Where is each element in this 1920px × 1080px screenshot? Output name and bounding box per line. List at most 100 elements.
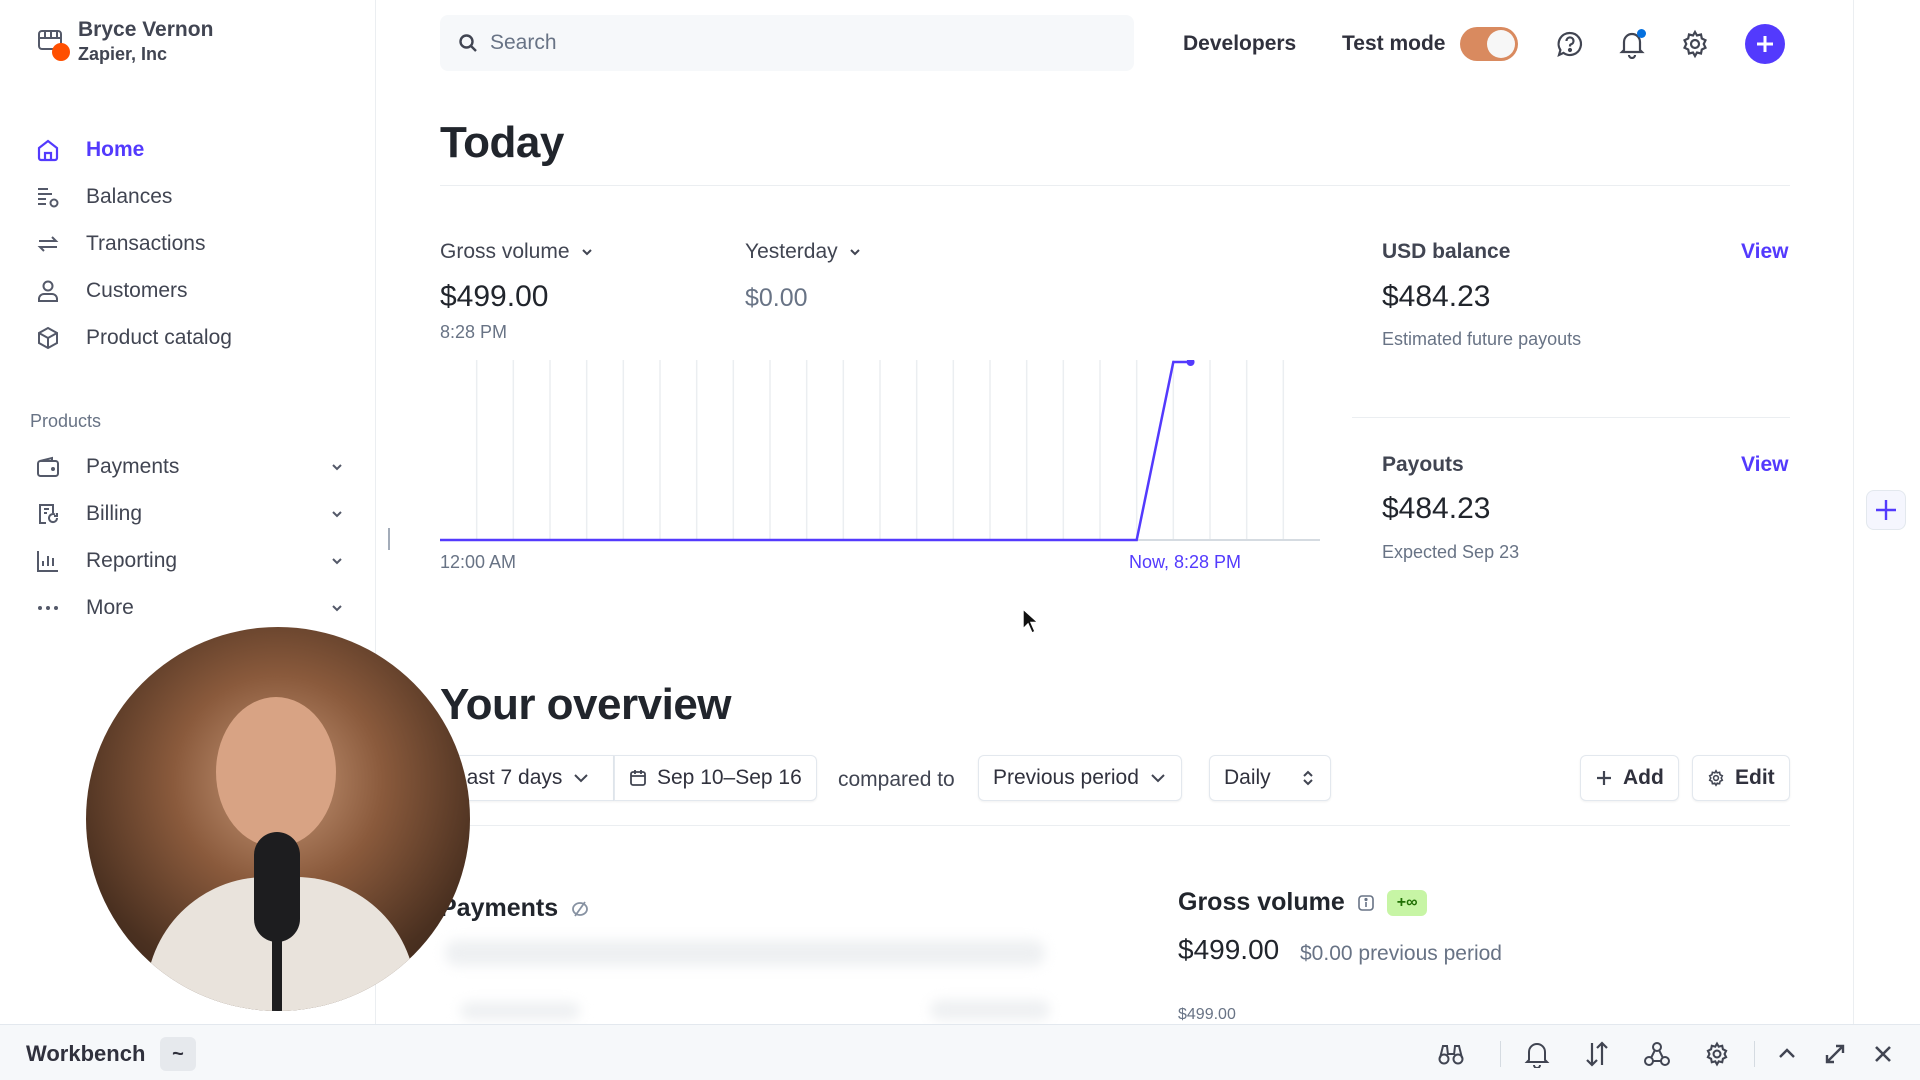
plus-icon — [1595, 769, 1613, 787]
sidebar-item-balances[interactable]: Balances — [34, 173, 344, 220]
bell-icon[interactable] — [1522, 1039, 1552, 1069]
toggle-knob — [1487, 30, 1515, 58]
gross-volume-chart — [440, 360, 1320, 544]
interval-label: Daily — [1224, 766, 1271, 789]
chevron-up-icon[interactable] — [1772, 1039, 1802, 1069]
add-label: Add — [1623, 766, 1664, 789]
plus-icon — [1873, 497, 1899, 523]
calendar-icon — [629, 769, 647, 787]
range-label: Last 7 days — [455, 766, 563, 789]
sidebar-item-customers[interactable]: Customers — [34, 267, 344, 314]
eye-off-icon[interactable] — [570, 899, 590, 919]
notification-dot — [1637, 29, 1646, 38]
sidebar-item-label: More — [86, 595, 134, 619]
binoculars-icon[interactable] — [1436, 1039, 1466, 1069]
webhook-icon[interactable] — [1642, 1039, 1672, 1069]
gross-volume-value: $499.00 — [1178, 934, 1280, 965]
sidebar-item-reporting[interactable]: Reporting — [34, 537, 344, 584]
add-button[interactable]: Add — [1580, 755, 1679, 801]
chart-series-line — [440, 360, 1191, 542]
compared-to-label: compared to — [838, 768, 955, 791]
chevron-down-icon[interactable] — [330, 507, 344, 521]
developers-link[interactable]: Developers — [1183, 24, 1296, 64]
usd-balance-view-link[interactable]: View — [1741, 240, 1788, 264]
box-icon — [34, 324, 62, 352]
gross-volume-card-label: Gross volume — [1178, 888, 1345, 916]
separator — [1754, 1041, 1755, 1067]
sidebar-item-billing[interactable]: Billing — [34, 490, 344, 537]
chevron-down-icon[interactable] — [330, 601, 344, 615]
info-icon[interactable] — [1357, 894, 1375, 912]
chevron-down-icon — [848, 245, 862, 259]
date-range-label: Sep 10–Sep 16 — [657, 766, 802, 789]
workbench-title[interactable]: Workbench — [26, 1041, 145, 1067]
more-dots-icon — [34, 594, 62, 622]
separator — [1500, 1041, 1501, 1067]
chevron-down-icon — [1149, 769, 1167, 787]
bell-icon[interactable] — [1614, 26, 1650, 62]
sidebar-item-label: Product catalog — [86, 325, 232, 349]
chevron-down-icon[interactable] — [330, 554, 344, 568]
date-range-picker[interactable]: Sep 10–Sep 16 — [614, 755, 817, 801]
blurred-content — [445, 940, 1045, 966]
x-tick-label-now: Now, 8:28 PM — [1129, 552, 1242, 572]
edit-button[interactable]: Edit — [1692, 755, 1790, 801]
bar-chart-icon — [34, 547, 62, 575]
store-icon — [36, 27, 70, 62]
metric-selector[interactable]: Gross volume — [440, 240, 594, 264]
comparison-select[interactable]: Previous period — [978, 755, 1182, 801]
sidebar-item-more[interactable]: More — [34, 584, 344, 631]
invoice-icon — [34, 500, 62, 528]
sidebar-item-label: Customers — [86, 278, 188, 302]
usd-balance-value: $484.23 — [1382, 280, 1491, 313]
workbench-toggle[interactable]: ~ — [160, 1037, 196, 1071]
search-bar[interactable] — [440, 15, 1134, 71]
sidebar-item-home[interactable]: Home — [34, 126, 344, 173]
test-mode-toggle[interactable] — [1460, 27, 1518, 61]
change-badge: +∞ — [1386, 889, 1428, 916]
overview-title: Your overview — [440, 680, 732, 729]
plus-icon — [1754, 33, 1776, 55]
interval-select[interactable]: Daily — [1209, 755, 1331, 801]
blurred-content — [930, 1000, 1050, 1020]
products-nav: Payments Billing Reporting More — [34, 443, 344, 631]
divider — [440, 825, 1790, 826]
sidebar-item-label: Balances — [86, 184, 173, 208]
compare-selector[interactable]: Yesterday — [745, 240, 862, 264]
sidebar-item-label: Home — [86, 137, 145, 161]
sidebar-item-transactions[interactable]: Transactions — [34, 220, 344, 267]
comparison-label: Previous period — [993, 766, 1139, 789]
search-input[interactable] — [490, 31, 1090, 55]
account-name: Bryce Vernon — [78, 18, 214, 41]
divider — [440, 185, 1790, 186]
gear-icon[interactable] — [1677, 26, 1713, 62]
payouts-view-link[interactable]: View — [1741, 453, 1788, 477]
org-badge — [52, 43, 70, 62]
payments-card-label: Payments — [440, 894, 559, 922]
x-tick-label-start: 12:00 AM — [440, 552, 517, 572]
home-icon — [34, 136, 62, 164]
add-widget-button[interactable] — [1866, 490, 1906, 530]
divider — [1352, 417, 1790, 418]
sidebar-item-payments[interactable]: Payments — [34, 443, 344, 490]
chevron-down-icon[interactable] — [330, 460, 344, 474]
mic-stand — [272, 927, 282, 1011]
sidebar-item-product-catalog[interactable]: Product catalog — [34, 314, 344, 361]
metric-time: 8:28 PM — [440, 322, 508, 342]
help-icon[interactable] — [1552, 26, 1588, 62]
sort-arrows-icon[interactable] — [1582, 1039, 1612, 1069]
gross-volume-axis-top: $499.00 — [1178, 1006, 1236, 1023]
chevron-down-icon — [572, 769, 590, 787]
expand-icon[interactable] — [1820, 1039, 1850, 1069]
close-icon[interactable] — [1868, 1039, 1898, 1069]
compare-label: Yesterday — [745, 240, 838, 263]
sidebar-item-label: Billing — [86, 501, 143, 525]
create-button[interactable] — [1745, 24, 1785, 64]
sidebar-resize-handle[interactable] — [388, 528, 390, 550]
account-switcher[interactable]: Bryce Vernon Zapier, Inc — [36, 16, 213, 67]
edit-label: Edit — [1735, 766, 1775, 789]
chevron-down-icon — [580, 245, 594, 259]
chart-current-point[interactable] — [1186, 360, 1195, 366]
gear-icon[interactable] — [1702, 1039, 1732, 1069]
arrows-swap-icon — [34, 230, 62, 258]
